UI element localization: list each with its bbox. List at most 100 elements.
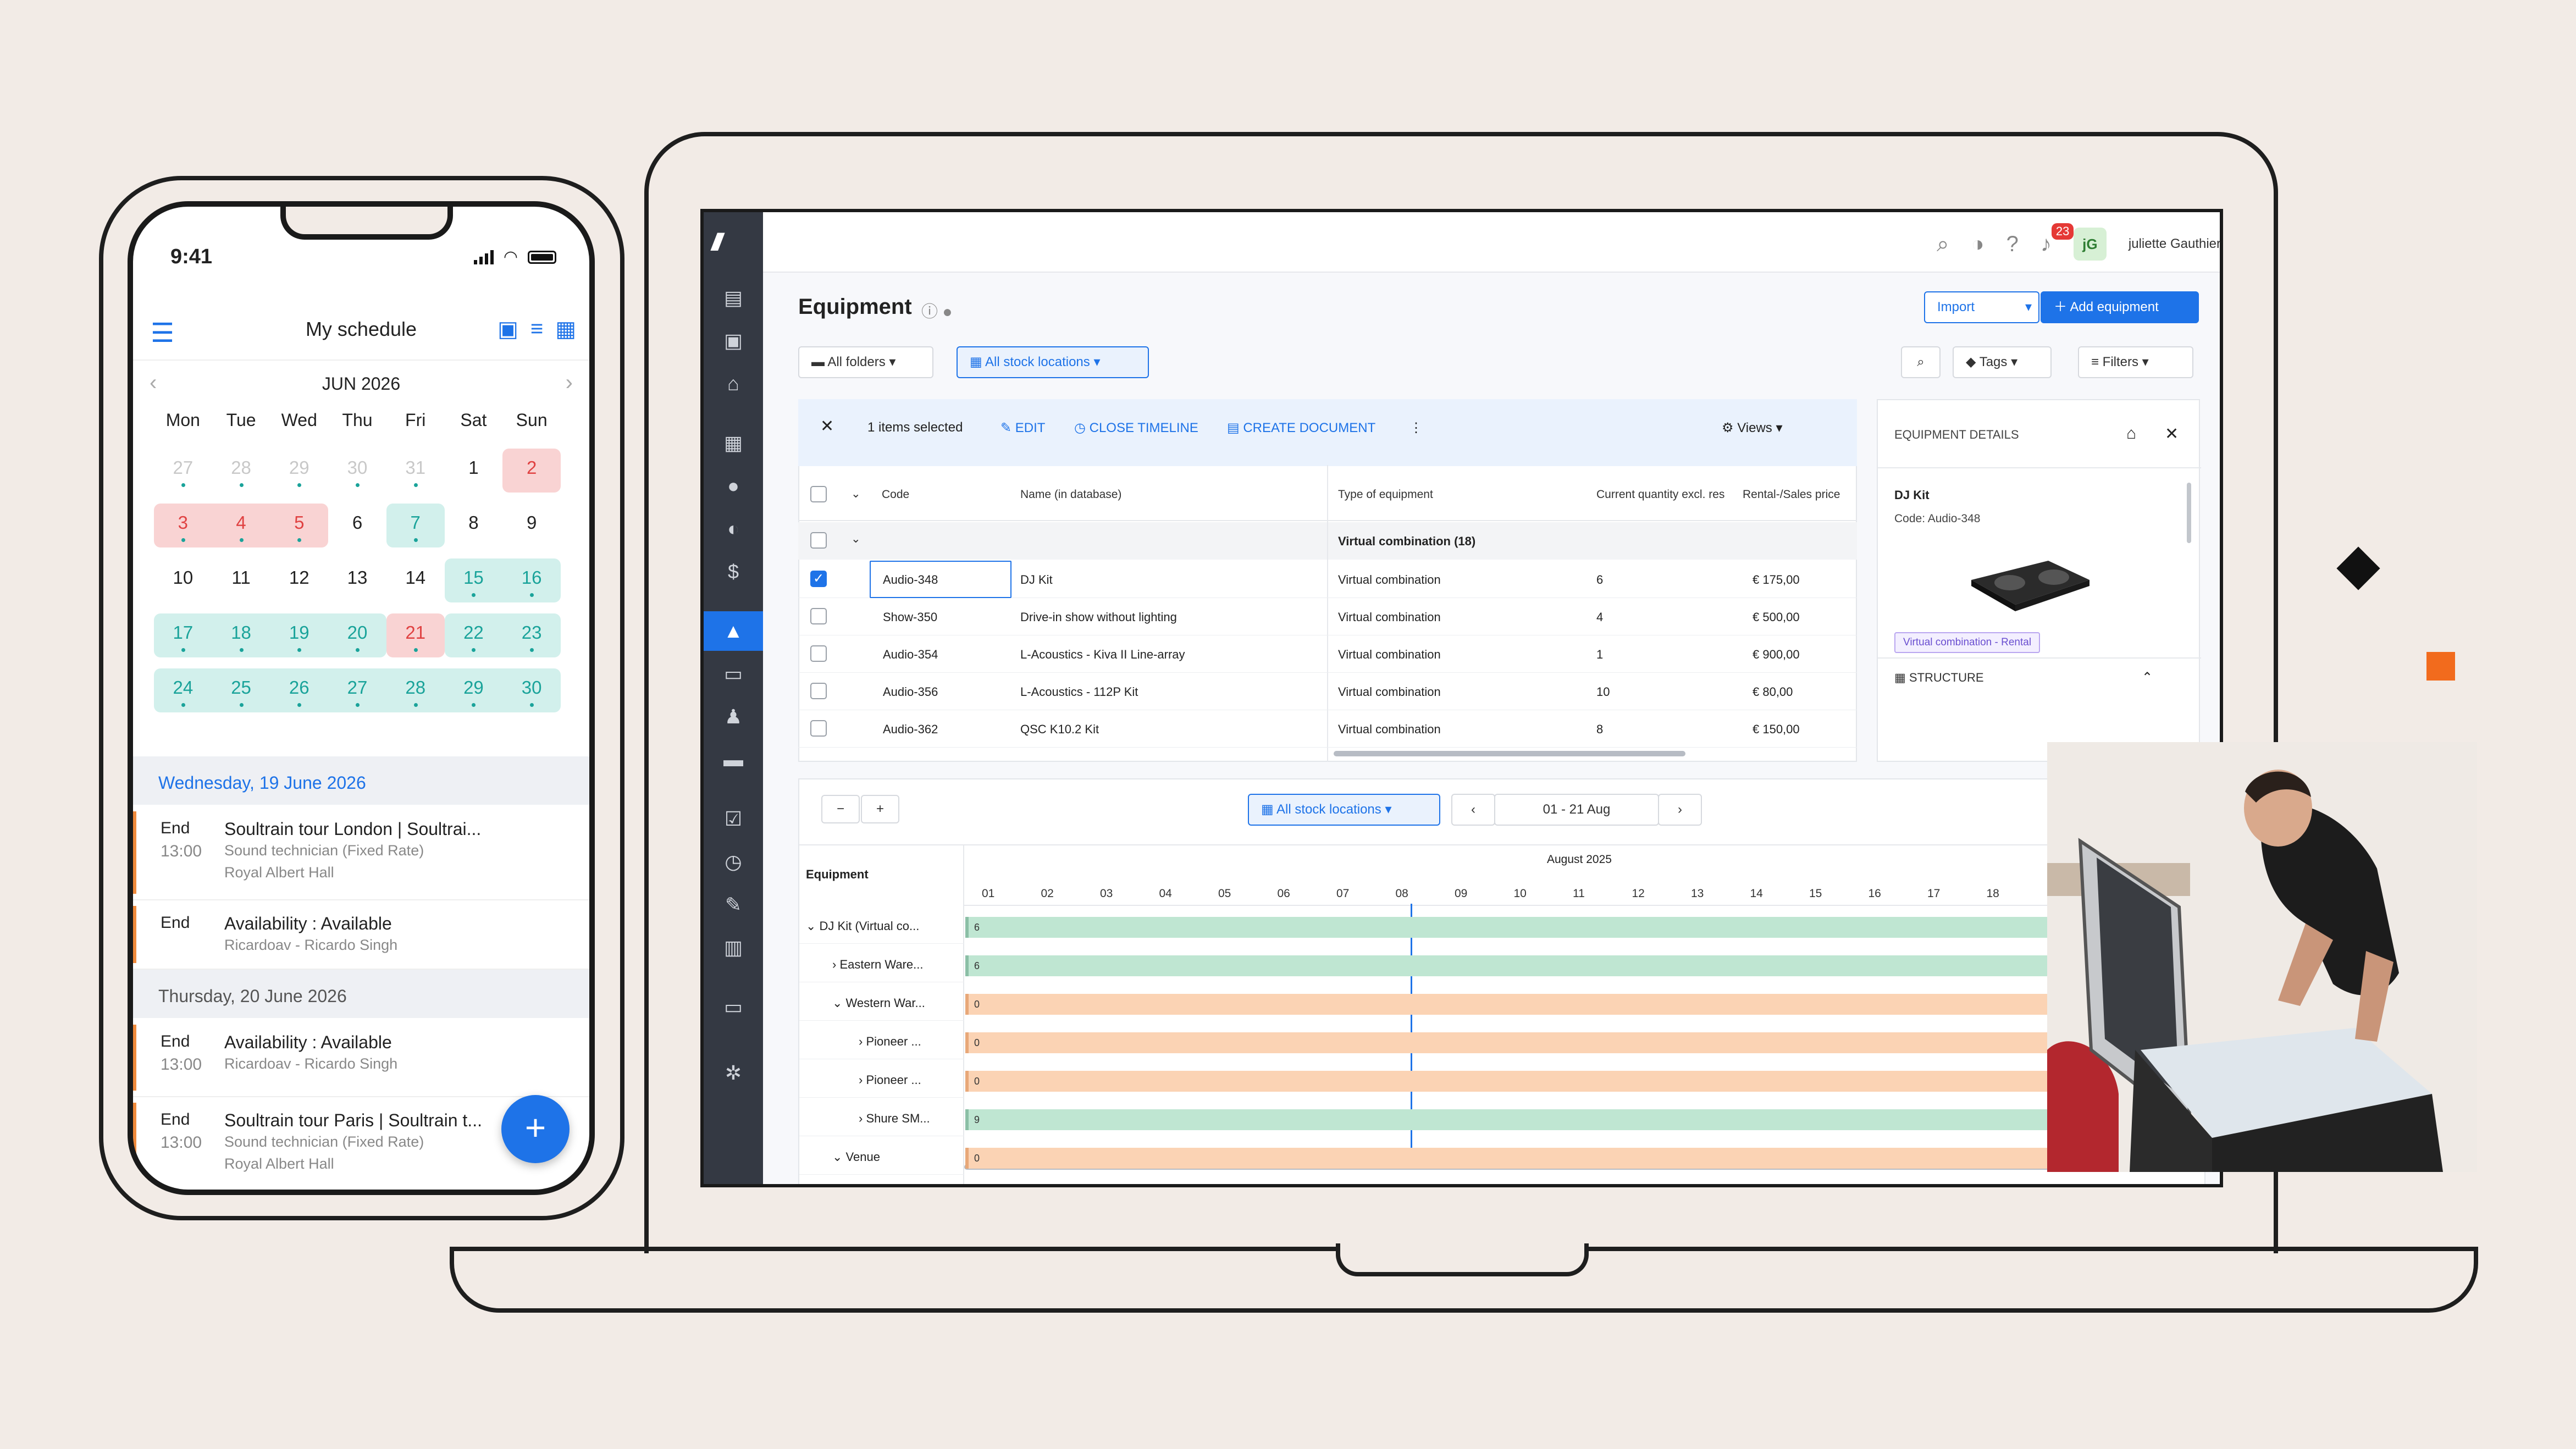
- calendar-day[interactable]: 4: [212, 504, 270, 547]
- calendar-day[interactable]: 27: [328, 668, 386, 712]
- calendar-day[interactable]: 2: [502, 449, 561, 493]
- row-checkbox[interactable]: [810, 608, 827, 624]
- clock-icon[interactable]: ◷: [704, 842, 763, 882]
- help-circle-icon[interactable]: ⓘ ●: [921, 298, 952, 322]
- event-item[interactable]: End 13:00 Soultrain tour London | Soultr…: [133, 806, 589, 900]
- availability-bar[interactable]: [965, 1032, 2207, 1053]
- calendar-day[interactable]: 10: [154, 558, 212, 602]
- dashboard-icon[interactable]: ▤: [704, 278, 763, 318]
- chevron-up-icon[interactable]: ⌃: [2142, 670, 2153, 685]
- expand-icon[interactable]: ›: [832, 958, 839, 971]
- timeline-row-label[interactable]: ⌄ Western War...: [832, 996, 925, 1010]
- tags-dropdown[interactable]: ◆ Tags ▾: [1953, 346, 2052, 378]
- table-row[interactable]: Audio-354 L-Acoustics - Kiva II Line-arra…: [798, 635, 1857, 673]
- calendar-day[interactable]: 26: [270, 668, 329, 712]
- equipment-icon[interactable]: ▲: [704, 611, 763, 651]
- expand-icon[interactable]: ›: [859, 1073, 866, 1087]
- tasks-icon[interactable]: ☑: [704, 799, 763, 839]
- select-all-checkbox[interactable]: [810, 486, 827, 502]
- zoom-in-button[interactable]: +: [861, 795, 899, 823]
- add-event-button[interactable]: +: [501, 1095, 570, 1163]
- wrench-icon[interactable]: ✎: [704, 885, 763, 925]
- calendar-day[interactable]: 27: [154, 449, 212, 493]
- calendar-day[interactable]: 11: [212, 558, 270, 602]
- structure-section[interactable]: ▦ STRUCTURE: [1894, 671, 1984, 685]
- calendar-day[interactable]: 5: [270, 504, 329, 547]
- timeline-row-label[interactable]: ⌄ DJ Kit (Virtual co...: [806, 919, 919, 933]
- availability-bar[interactable]: [965, 1071, 2207, 1092]
- filter-icon[interactable]: ≡: [530, 317, 543, 342]
- column-type[interactable]: Type of equipment: [1338, 488, 1433, 501]
- expand-icon[interactable]: ⌄: [851, 487, 861, 501]
- calendar-day[interactable]: 28: [212, 449, 270, 493]
- calendar-day[interactable]: 19: [270, 613, 329, 657]
- search-icon[interactable]: ⌕: [1937, 232, 1949, 257]
- calendar-day[interactable]: 1: [445, 449, 503, 493]
- calendar-day[interactable]: 7: [386, 504, 445, 547]
- calendar-icon[interactable]: ▦: [555, 317, 576, 342]
- calendar-day[interactable]: 31: [386, 449, 445, 493]
- calendar-day[interactable]: 16: [502, 558, 561, 602]
- timeline-stock-dropdown[interactable]: ▦ All stock locations ▾: [1248, 794, 1440, 826]
- timeline-row-label[interactable]: › Shure SM...: [859, 1111, 930, 1126]
- chevron-right-icon[interactable]: ›: [566, 370, 573, 395]
- calendar-day[interactable]: 25: [212, 668, 270, 712]
- calendar-day[interactable]: 9: [502, 504, 561, 547]
- availability-bar[interactable]: [965, 955, 2207, 976]
- row-checkbox[interactable]: [810, 720, 827, 737]
- close-timeline-button[interactable]: ◷ CLOSE TIMELINE: [1074, 420, 1198, 436]
- column-price[interactable]: Rental-/Sales price: [1743, 488, 1840, 501]
- table-row[interactable]: Audio-362 QSC K10.2 Kit Virtual combinatio…: [798, 710, 1857, 748]
- filters-dropdown[interactable]: ≡ Filters ▾: [2078, 346, 2193, 378]
- table-row[interactable]: Audio-356 L-Acoustics - 112P Kit Virtual c…: [798, 673, 1857, 710]
- close-icon[interactable]: ✕: [2165, 424, 2179, 444]
- expand-icon[interactable]: ⌄: [832, 996, 846, 1010]
- calendar-day[interactable]: 12: [270, 558, 328, 602]
- messages-icon[interactable]: ▭: [704, 987, 763, 1027]
- edit-button[interactable]: ✎ EDIT: [1000, 420, 1045, 436]
- availability-bar[interactable]: [965, 1148, 2207, 1169]
- import-button[interactable]: Import ▾: [1924, 291, 2039, 323]
- timeline-row-label[interactable]: ⌄ Venue: [832, 1150, 880, 1164]
- timeline-row-label[interactable]: › Eastern Ware...: [832, 958, 923, 972]
- views-dropdown[interactable]: ⚙ Views ▾: [1722, 420, 1783, 436]
- lock-icon[interactable]: ⌂: [2126, 424, 2136, 443]
- calendar-day[interactable]: 30: [502, 668, 561, 712]
- calendar-day[interactable]: 22: [444, 613, 503, 657]
- calendar-day[interactable]: 6: [328, 504, 386, 547]
- availability-bar[interactable]: [965, 1109, 2207, 1130]
- table-row[interactable]: ✓ Audio-348 DJ Kit Virtual combination 6 € 17…: [798, 561, 1857, 598]
- calendar-day[interactable]: 3: [154, 504, 212, 547]
- user-name[interactable]: juliette Gauthier: [2129, 236, 2220, 252]
- horizontal-scrollbar[interactable]: [1334, 751, 1685, 756]
- create-document-button[interactable]: ▤ CREATE DOCUMENT: [1227, 420, 1375, 436]
- calendar-day[interactable]: 29: [444, 668, 503, 712]
- calendar-day[interactable]: 15: [444, 558, 503, 602]
- expand-icon[interactable]: ›: [859, 1035, 866, 1048]
- table-icon[interactable]: ▦: [704, 423, 763, 463]
- search-button[interactable]: ⌕: [1901, 346, 1941, 378]
- expand-icon[interactable]: ⌄: [806, 919, 820, 933]
- availability-bar[interactable]: [965, 994, 2207, 1015]
- column-code[interactable]: Code: [882, 488, 909, 501]
- calendar-day[interactable]: 29: [270, 449, 328, 493]
- calendar-day[interactable]: 20: [328, 613, 386, 657]
- expand-icon[interactable]: ⌄: [851, 532, 861, 546]
- calendar-day[interactable]: 23: [502, 613, 561, 657]
- calendar-day[interactable]: 8: [445, 504, 503, 547]
- avatar[interactable]: jG: [2073, 228, 2107, 261]
- stock-location-dropdown[interactable]: ▦ All stock locations ▾: [957, 346, 1149, 378]
- timeline-row-label[interactable]: › Pioneer ...: [859, 1073, 921, 1087]
- calendar-day[interactable]: 28: [386, 668, 445, 712]
- add-equipment-button[interactable]: ＋ Add equipment: [2041, 291, 2199, 323]
- calendar-day[interactable]: 30: [328, 449, 386, 493]
- next-range-button[interactable]: ›: [1658, 794, 1702, 826]
- calendar-day[interactable]: 17: [154, 613, 212, 657]
- help-icon[interactable]: ?: [2006, 232, 2019, 257]
- table-row[interactable]: Show-350 Drive-in show without lighting Vi…: [798, 598, 1857, 635]
- availability-bar[interactable]: [965, 917, 2207, 938]
- calendar-day[interactable]: 14: [386, 558, 445, 602]
- row-checkbox[interactable]: ✓: [810, 571, 827, 587]
- close-icon[interactable]: ✕: [820, 417, 834, 436]
- all-folders-dropdown[interactable]: ▬ All folders ▾: [798, 346, 933, 378]
